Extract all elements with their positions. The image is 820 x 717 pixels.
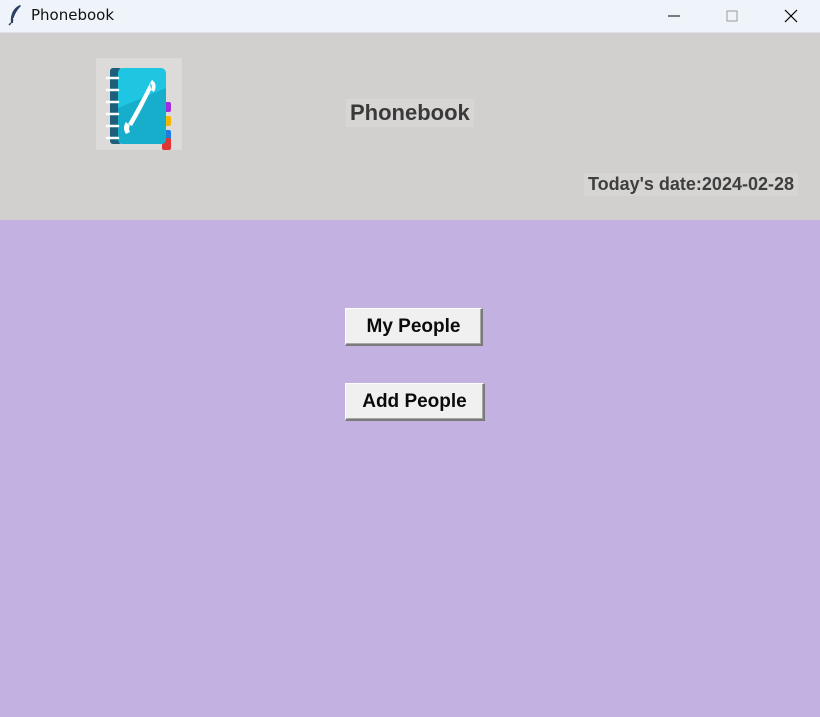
date-label: Today's date:2024-02-28 — [583, 173, 798, 196]
title-bar[interactable]: Phonebook — [0, 0, 820, 33]
app-window: Phonebook Phonebook Today's date:2024-02… — [0, 0, 820, 717]
minimize-button[interactable] — [645, 0, 703, 32]
logo — [96, 58, 182, 150]
close-button[interactable] — [762, 0, 820, 32]
add-people-button[interactable]: Add People — [345, 383, 485, 421]
window-title: Phonebook — [31, 6, 115, 24]
minimize-icon — [668, 15, 680, 17]
maximize-button[interactable] — [703, 0, 761, 32]
my-people-button[interactable]: My People — [345, 308, 483, 346]
maximize-icon — [726, 10, 738, 22]
header-panel: Phonebook Today's date:2024-02-28 — [0, 33, 820, 220]
page-title: Phonebook — [346, 99, 474, 127]
close-icon — [784, 9, 798, 23]
phonebook-icon — [105, 68, 171, 150]
feather-icon — [8, 5, 21, 26]
